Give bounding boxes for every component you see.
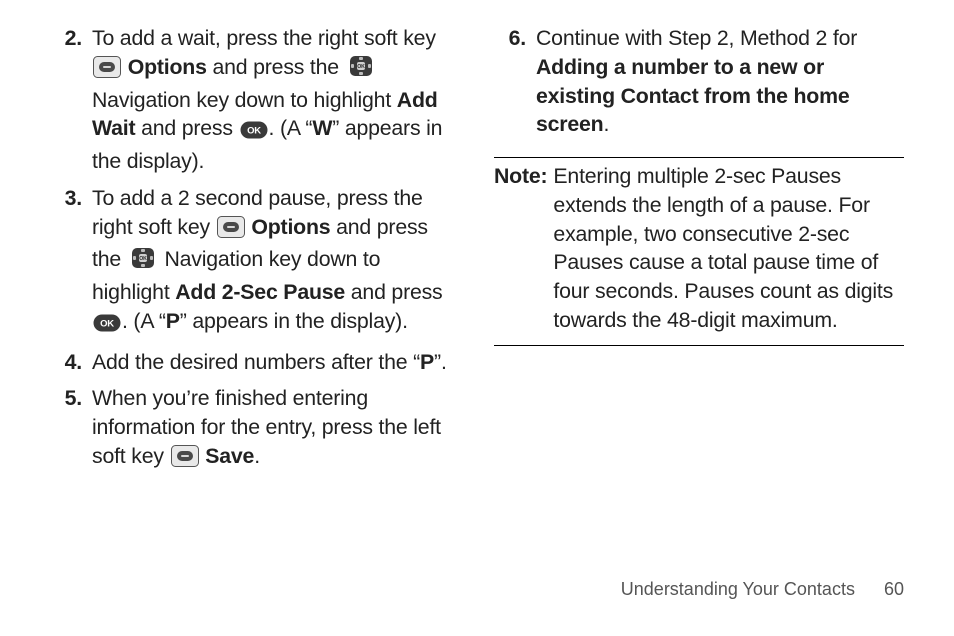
note-label: Note: [494, 162, 553, 335]
numbered-step: 2.To add a wait, press the right soft ke… [50, 24, 460, 176]
bold-text: P [420, 350, 434, 374]
svg-text:OK: OK [100, 318, 114, 329]
step-number: 2. [50, 24, 92, 176]
svg-text:OK: OK [247, 126, 261, 137]
step-body: To add a wait, press the right soft key … [92, 24, 460, 176]
step-body: Add the desired numbers after the “P”. [92, 348, 460, 377]
two-columns: 2.To add a wait, press the right soft ke… [50, 24, 904, 483]
step-body: Continue with Step 2, Method 2 for Addin… [536, 24, 904, 139]
bold-text: W [312, 116, 332, 140]
ok-pill-icon: OK [240, 118, 268, 147]
nav-ok-icon: OK [128, 246, 158, 278]
note-body: Entering multiple 2-sec Pauses extends t… [553, 162, 904, 335]
step-body: When you’re finished entering informatio… [92, 384, 460, 474]
right-column: 6.Continue with Step 2, Method 2 for Add… [494, 24, 904, 483]
softkey-icon [171, 445, 199, 475]
bold-text: Options [251, 215, 330, 239]
footer-section: Understanding Your Contacts [621, 579, 855, 599]
left-column: 2.To add a wait, press the right soft ke… [50, 24, 460, 483]
step-body: To add a 2 second pause, press the right… [92, 184, 460, 340]
step-number: 4. [50, 348, 92, 377]
ok-pill-icon: OK [93, 311, 121, 340]
softkey-icon [93, 56, 121, 86]
page-footer: Understanding Your Contacts 60 [621, 579, 904, 600]
softkey-icon [217, 216, 245, 246]
numbered-step: 5.When you’re finished entering informat… [50, 384, 460, 474]
numbered-step: 3.To add a 2 second pause, press the rig… [50, 184, 460, 340]
nav-ok-icon: OK [346, 54, 376, 86]
numbered-step: 4.Add the desired numbers after the “P”. [50, 348, 460, 377]
bold-text: Options [128, 55, 207, 79]
step-number: 6. [494, 24, 536, 139]
step-number: 3. [50, 184, 92, 340]
bold-text: Adding a number to a new or existing Con… [536, 55, 850, 137]
bold-text: Save [205, 444, 254, 468]
step-number: 5. [50, 384, 92, 474]
note-block: Note: Entering multiple 2-sec Pauses ext… [494, 157, 904, 346]
footer-page-number: 60 [884, 579, 904, 600]
svg-text:OK: OK [139, 256, 147, 262]
manual-page: 2.To add a wait, press the right soft ke… [0, 0, 954, 636]
bold-text: P [166, 309, 180, 333]
bold-text: Add 2-Sec Pause [175, 280, 345, 304]
numbered-step: 6.Continue with Step 2, Method 2 for Add… [494, 24, 904, 139]
svg-text:OK: OK [357, 64, 365, 70]
right-column-list: 6.Continue with Step 2, Method 2 for Add… [494, 24, 904, 139]
